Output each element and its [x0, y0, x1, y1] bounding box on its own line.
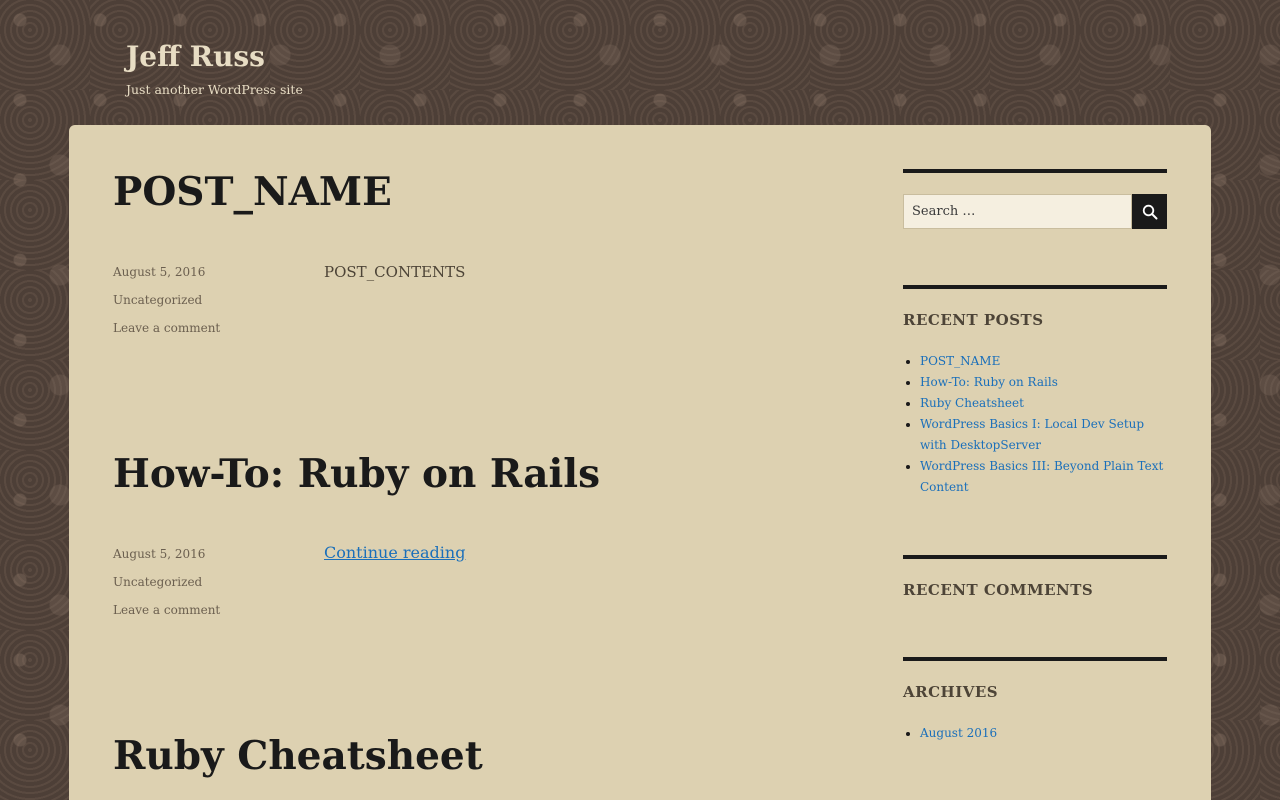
post-category[interactable]: Uncategorized	[113, 573, 220, 601]
recent-posts-list: POST_NAME How-To: Ruby on Rails Ruby Che…	[903, 351, 1167, 498]
recent-post-link[interactable]: WordPress Basics I: Local Dev Setup with…	[920, 417, 1144, 452]
post-date[interactable]: August 5, 2016	[113, 545, 220, 573]
post-comment-link[interactable]: Leave a comment	[113, 319, 220, 347]
content-card: POST_NAME August 5, 2016 Uncategorized L…	[69, 125, 1211, 800]
archives-list: August 2016	[903, 723, 1167, 744]
widget-divider	[903, 285, 1167, 289]
post-meta: August 5, 2016 Uncategorized Leave a com…	[113, 545, 220, 629]
search-button[interactable]	[1132, 194, 1167, 229]
post-body: Continue reading	[324, 543, 465, 562]
post-title[interactable]: How-To: Ruby on Rails	[113, 451, 833, 498]
search-form	[903, 194, 1167, 229]
post-meta: August 5, 2016 Uncategorized Leave a com…	[113, 263, 220, 347]
post-entry: How-To: Ruby on Rails August 5, 2016 Unc…	[113, 451, 833, 617]
list-item: How-To: Ruby on Rails	[920, 372, 1167, 393]
post-entry: POST_NAME August 5, 2016 Uncategorized L…	[113, 169, 833, 335]
post-category[interactable]: Uncategorized	[113, 291, 220, 319]
recent-post-link[interactable]: Ruby Cheatsheet	[920, 396, 1024, 410]
search-input[interactable]	[903, 194, 1132, 229]
list-item: WordPress Basics I: Local Dev Setup with…	[920, 414, 1167, 456]
post-entry: Ruby Cheatsheet	[113, 733, 833, 780]
continue-reading-link[interactable]: Continue reading	[324, 543, 465, 562]
widget-divider	[903, 657, 1167, 661]
recent-post-link[interactable]: How-To: Ruby on Rails	[920, 375, 1058, 389]
archives-title: ARCHIVES	[903, 683, 999, 701]
list-item: Ruby Cheatsheet	[920, 393, 1167, 414]
list-item: WordPress Basics III: Beyond Plain Text …	[920, 456, 1167, 498]
post-date[interactable]: August 5, 2016	[113, 263, 220, 291]
search-icon	[1142, 204, 1157, 219]
archive-link[interactable]: August 2016	[920, 726, 997, 740]
post-title[interactable]: Ruby Cheatsheet	[113, 733, 833, 780]
site-header: Jeff Russ Just another WordPress site	[126, 40, 303, 97]
widget-divider	[903, 555, 1167, 559]
recent-comments-title: RECENT COMMENTS	[903, 581, 1094, 599]
post-body: POST_CONTENTS	[324, 263, 466, 281]
site-description: Just another WordPress site	[126, 81, 303, 97]
recent-post-link[interactable]: WordPress Basics III: Beyond Plain Text …	[920, 459, 1163, 494]
recent-posts-title: RECENT POSTS	[903, 311, 1044, 329]
list-item: August 2016	[920, 723, 1167, 744]
recent-post-link[interactable]: POST_NAME	[920, 354, 1000, 368]
list-item: POST_NAME	[920, 351, 1167, 372]
site-title[interactable]: Jeff Russ	[126, 40, 303, 74]
post-title[interactable]: POST_NAME	[113, 169, 833, 216]
post-comment-link[interactable]: Leave a comment	[113, 601, 220, 629]
widget-divider	[903, 169, 1167, 173]
